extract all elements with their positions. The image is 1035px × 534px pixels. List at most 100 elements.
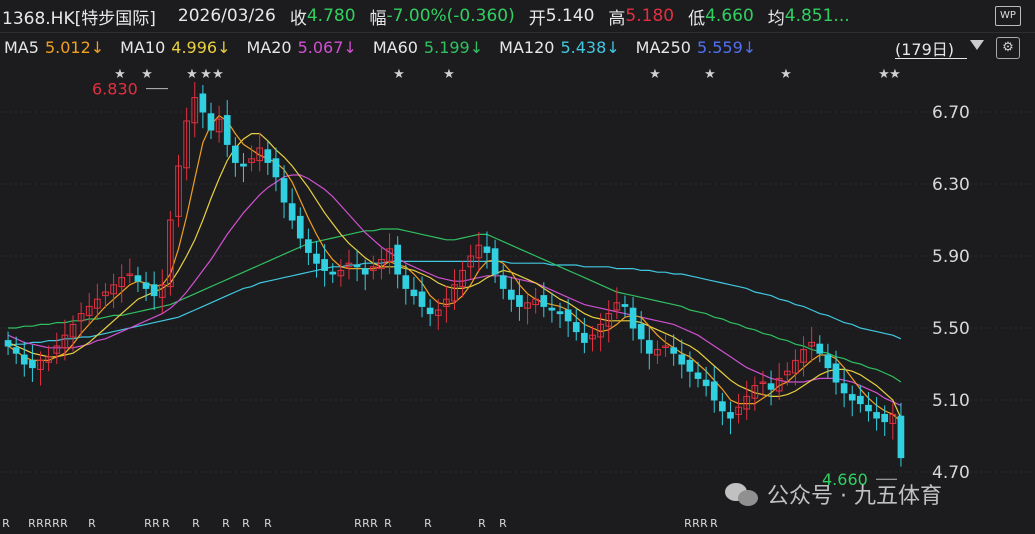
max-label: 6.830 [92,80,138,99]
candle-body [719,401,726,412]
high-label: 高 [608,8,626,29]
candle-body [394,244,402,275]
ma20-label: MA20 [246,37,292,57]
candle-body [702,379,710,387]
y-tick-label: 6.30 [932,175,970,195]
trade-date: 2026/03/26 [177,6,276,26]
wechat-icon [725,479,759,509]
avg-label: 均 [767,8,785,29]
r-marker: R [28,517,36,530]
candle-body [207,113,215,131]
event-star: ★ [212,67,224,82]
ma5-line [7,114,902,423]
gear-icon[interactable]: ⚙ [996,37,1020,59]
r-marker: R [700,517,708,530]
r-marker: R [36,517,44,530]
candle-body [824,354,832,369]
ma250-value: 5.559↓ [696,37,757,57]
watermark-text: 公众号 · 九五体育 [767,484,942,509]
candle-body [832,363,840,383]
r-marker: R [152,517,160,530]
ma5-value: 5.012↓ [44,37,105,57]
r-marker: R [684,517,692,530]
candle-body [313,253,320,264]
ma20-value: 5.067↓ [297,37,357,57]
candle-body [329,271,337,275]
candle-body [670,347,678,354]
r-marker: R [2,517,10,530]
candle-body [694,372,702,379]
r-marker: R [264,517,272,530]
stock-code[interactable]: 1368.HK[特步国际] [2,4,156,29]
ma10-value: 4.996↓ [171,37,231,57]
quote-header: 1368.HK[特步国际] 2026/03/26 收 4.780 幅 -7.00… [0,0,1035,32]
close-label: 收 [289,8,307,29]
candle-body [499,275,507,289]
high-value: 5.180 [625,6,675,26]
change-label: 幅 [369,8,387,29]
period-selector[interactable]: (179日) [895,36,954,60]
candle-body [280,178,288,203]
candle-body [305,239,312,253]
event-star: ★ [649,67,661,82]
r-marker: R [144,517,152,530]
candle-body [816,343,824,354]
candle-body [727,412,734,419]
low-value: 4.660 [705,6,754,26]
y-tick-label: 6.70 [932,103,970,123]
candle-body [767,383,775,390]
candle-body [483,246,491,253]
period-underline [895,58,967,59]
y-tick-label: 5.50 [932,319,970,339]
event-star: ★ [200,67,212,82]
ma120-label: MA120 [499,37,555,57]
candle-body [288,203,296,221]
candle-body [645,340,653,354]
event-star: ★ [186,67,198,82]
open-value: 5.140 [545,6,595,26]
event-star: ★ [443,67,455,82]
event-star: ★ [878,67,890,82]
close-value: 4.780 [306,6,356,26]
ma120-value: 5.438↓ [560,37,620,57]
low-label: 低 [688,8,706,29]
candle-body [865,404,872,412]
candle-body [848,394,856,401]
candle-body [199,93,207,113]
r-marker: R [52,517,60,530]
candle-body [12,347,20,354]
candle-body [4,340,12,347]
kline-chart[interactable]: 6.706.305.905.505.104.70 ★ ★ ★ ★ ★ ★ ★ ★ ★ ★ ★ ★ RR… [0,60,1035,534]
candle-body [710,381,718,401]
r-marker: R [162,517,170,530]
candle-body [223,115,231,145]
candle-body [629,307,637,329]
candle-body [240,163,247,167]
ma60-label: MA60 [372,37,418,57]
open-label: 开 [528,8,546,29]
wp-icon[interactable]: WP [995,6,1021,26]
candle-body [353,264,361,268]
candle-body [142,282,150,289]
event-star: ★ [393,67,405,82]
ma10-label: MA10 [120,37,166,57]
y-tick-label: 5.90 [932,247,970,267]
ma5-label: MA5 [4,37,39,57]
r-marker: R [710,517,718,530]
candle-body [134,275,142,282]
r-marker: R [499,517,507,530]
event-star: ★ [889,67,901,82]
chevron-down-icon[interactable] [970,40,984,50]
candle-body [564,309,572,322]
candle-body [29,359,36,369]
r-marker: R [354,517,362,530]
ma250-label: MA250 [635,37,691,57]
event-star: ★ [141,67,153,82]
candle-body [686,359,694,372]
candle-body [491,248,499,275]
watermark: 公众号 · 九五体育 [725,478,942,510]
candle-body [637,323,645,340]
y-axis-ticks: 6.706.305.905.505.104.70 [932,103,970,483]
candle-body [296,215,304,239]
r-marker: R [384,517,392,530]
